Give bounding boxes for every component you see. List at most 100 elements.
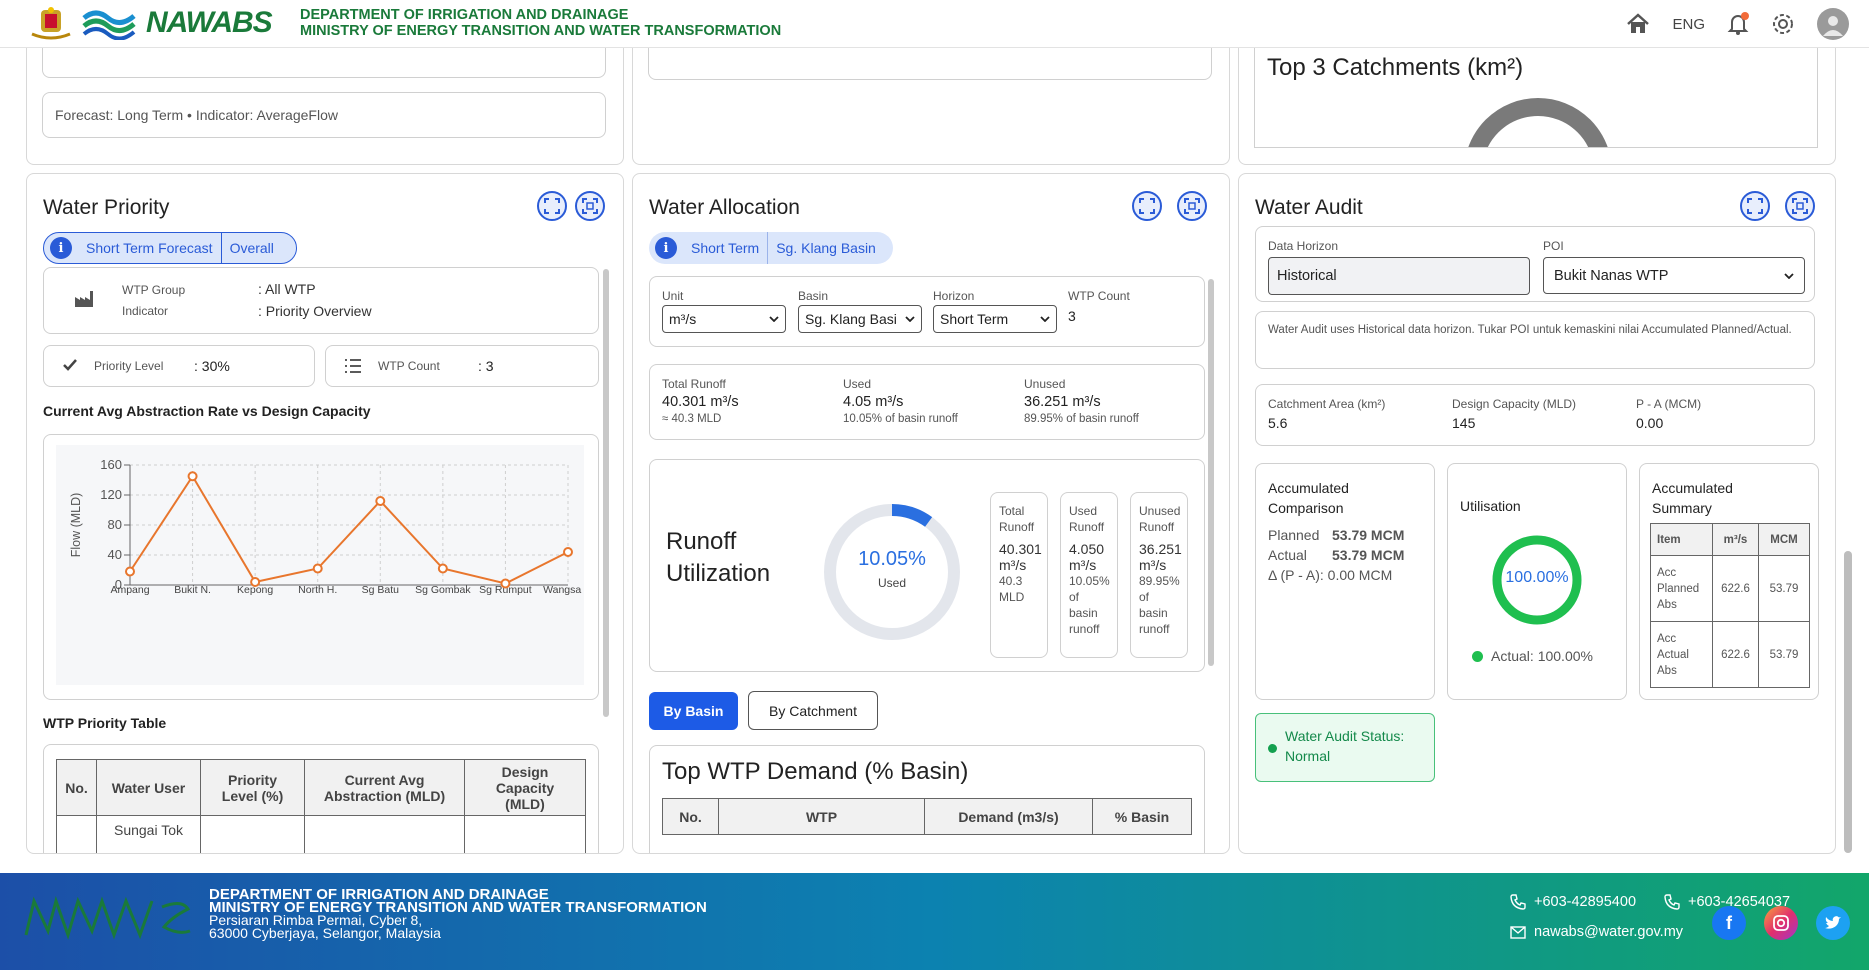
instagram-icon[interactable] xyxy=(1764,906,1798,940)
by-basin-button[interactable]: By Basin xyxy=(649,692,738,730)
sum-col-item: Item xyxy=(1650,523,1713,556)
chart-heading: Current Avg Abstraction Rate vs Design C… xyxy=(43,403,371,419)
horizon-select-value: Short Term xyxy=(940,311,1009,327)
language-selector[interactable]: ENG xyxy=(1672,16,1705,33)
utilisation-legend: Actual: 100.00% xyxy=(1472,648,1593,664)
expand-button[interactable] xyxy=(537,191,567,221)
status-line2: Normal xyxy=(1285,748,1331,764)
mini-unused-v2: m³/s xyxy=(1139,557,1167,573)
user-avatar[interactable] xyxy=(1817,8,1849,40)
by-catchment-button[interactable]: By Catchment xyxy=(748,691,878,730)
runoff-title-line2: Utilization xyxy=(666,560,771,587)
x-tick-label: Sg Batu xyxy=(362,584,400,596)
priority-filter-chip[interactable]: i Short Term Forecast Overall xyxy=(43,232,297,264)
data-point xyxy=(125,566,135,577)
expand-button[interactable] xyxy=(1132,191,1162,221)
sum-item-planned-l3: Abs xyxy=(1657,598,1677,611)
mini-total-v1: 40.301 xyxy=(999,541,1042,557)
mini-unused-s4: runoff xyxy=(1139,622,1170,636)
water-audit-title: Water Audit xyxy=(1255,196,1363,219)
footer-text: DEPARTMENT OF IRRIGATION AND DRAINAGE MI… xyxy=(209,887,707,939)
footer: DEPARTMENT OF IRRIGATION AND DRAINAGE MI… xyxy=(0,873,1869,970)
chip-short-term: Short Term xyxy=(677,232,769,264)
list-icon xyxy=(345,359,361,373)
top-wtp-demand-title: Top WTP Demand (% Basin) xyxy=(662,758,969,785)
chip-basin: Sg. Klang Basin xyxy=(776,240,876,256)
email-text: nawabs@water.gov.my xyxy=(1534,924,1684,940)
expand-button[interactable] xyxy=(1740,191,1770,221)
mini-card-unused: Unused Runoff 36.251 m³/s 89.95% of basi… xyxy=(1130,492,1188,658)
indicator-value: : Priority Overview xyxy=(258,303,372,319)
actual-label: Actual xyxy=(1268,547,1307,563)
abstraction-line-chart: 04080120160Ampang Bukit N. Kepong North H. S… xyxy=(69,457,593,596)
notification-bell-icon[interactable] xyxy=(1727,12,1749,36)
used-label: Used xyxy=(843,377,872,391)
mini-total-l2: Runoff xyxy=(999,520,1035,534)
design-capacity-value: 145 xyxy=(1452,415,1476,431)
table-cell xyxy=(464,815,586,853)
fullscreen-icon xyxy=(1747,198,1763,214)
allocation-scrollbar[interactable] xyxy=(1208,279,1214,666)
allocation-filter-chip[interactable]: i Short Term Sg. Klang Basin xyxy=(649,232,893,264)
water-audit-panel: Water Audit Data Horizon Historical POI … xyxy=(1238,173,1836,854)
chart-area: 0 40 80 120 160 Ampang Bukit N. Kepong North H. S… xyxy=(56,445,593,685)
data-point xyxy=(500,578,511,589)
water-allocation-title: Water Allocation xyxy=(649,196,800,219)
facebook-icon[interactable]: f xyxy=(1712,906,1746,940)
unit-select[interactable]: m³/s xyxy=(662,305,786,333)
priority-scrollbar[interactable] xyxy=(603,269,609,717)
mini-used-v1: 4.050 xyxy=(1069,541,1105,557)
unit-label: Unit xyxy=(662,289,684,303)
table-row: Sungai Tok xyxy=(56,815,586,853)
col-no: No. xyxy=(56,759,97,816)
focus-button[interactable] xyxy=(1785,191,1815,221)
sum-col-mcm: MCM xyxy=(1758,523,1810,556)
mini-unused-s3: basin xyxy=(1139,606,1168,620)
priority-table: No. Water User Priority Level (%) Curren… xyxy=(56,759,586,853)
donut-track xyxy=(824,504,960,640)
status-line1: Water Audit Status: xyxy=(1285,728,1405,744)
basin-select[interactable]: Sg. Klang Basi xyxy=(798,305,922,333)
col-capacity: Design Capacity (MLD) xyxy=(464,759,586,816)
sum-item-planned-l1: Acc xyxy=(1657,566,1677,579)
mini-card-total: Total Runoff 40.301 m³/s 40.3 MLD xyxy=(990,492,1048,658)
table-cell-water-user: Sungai Tok xyxy=(96,815,201,853)
focus-button[interactable] xyxy=(575,191,605,221)
page-scrollbar[interactable] xyxy=(1844,551,1852,853)
focus-icon xyxy=(1792,198,1808,214)
settings-gear-icon[interactable] xyxy=(1771,12,1795,36)
phone1[interactable]: +603-42895400 xyxy=(1510,887,1636,917)
forecast-info-box: Forecast: Long Term • Indicator: Average… xyxy=(42,92,606,138)
allocation-filters-box: Unit m³/s Basin Sg. Klang Basi Horizon S… xyxy=(649,276,1205,347)
x-tick-label: Wangsa M xyxy=(543,584,584,596)
audit-status-badge: Water Audit Status: Normal xyxy=(1255,713,1435,782)
twitter-icon[interactable] xyxy=(1816,906,1850,940)
x-tick-label: Sg Gombak xyxy=(415,584,471,596)
wtp-count-label: WTP Count xyxy=(1068,289,1130,303)
phone-icon xyxy=(1510,894,1526,910)
acc-comparison-title: Accumulated Comparison xyxy=(1268,478,1349,518)
audit-filters-box: Data Horizon Historical POI Bukit Nanas … xyxy=(1255,226,1815,302)
top-left-panel: Forecast: Long Term • Indicator: Average… xyxy=(26,30,624,165)
table-cell xyxy=(304,815,465,853)
header-actions: ENG xyxy=(1626,8,1849,40)
summary-row-actual: Acc Actual Abs 622.6 53.79 xyxy=(1650,621,1810,688)
check-icon xyxy=(63,359,77,371)
poi-select[interactable]: Bukit Nanas WTP xyxy=(1543,257,1805,294)
data-horizon-input[interactable]: Historical xyxy=(1268,257,1530,295)
priority-level-box: Priority Level : 30% xyxy=(43,345,315,387)
user-icon xyxy=(1823,16,1843,36)
horizon-select[interactable]: Short Term xyxy=(933,305,1057,333)
col-abstraction: Current Avg Abstraction (MLD) xyxy=(304,759,465,816)
home-icon[interactable] xyxy=(1626,13,1650,35)
top-wtp-demand-box: Top WTP Demand (% Basin) No. WTP Demand … xyxy=(649,745,1205,853)
sum-item-actual: Acc Actual Abs xyxy=(1650,621,1713,688)
nawabs-footer-logo xyxy=(24,895,191,940)
unused-sub: 89.95% of basin runoff xyxy=(1024,413,1139,425)
top-catchments-title: Top 3 Catchments (km²) xyxy=(1267,54,1524,81)
priority-level-label: Priority Level xyxy=(94,359,164,373)
planned-label: Planned xyxy=(1268,527,1320,543)
design-capacity-label: Design Capacity (MLD) xyxy=(1452,397,1577,411)
focus-button[interactable] xyxy=(1177,191,1207,221)
utilisation-title: Utilisation xyxy=(1460,498,1521,514)
